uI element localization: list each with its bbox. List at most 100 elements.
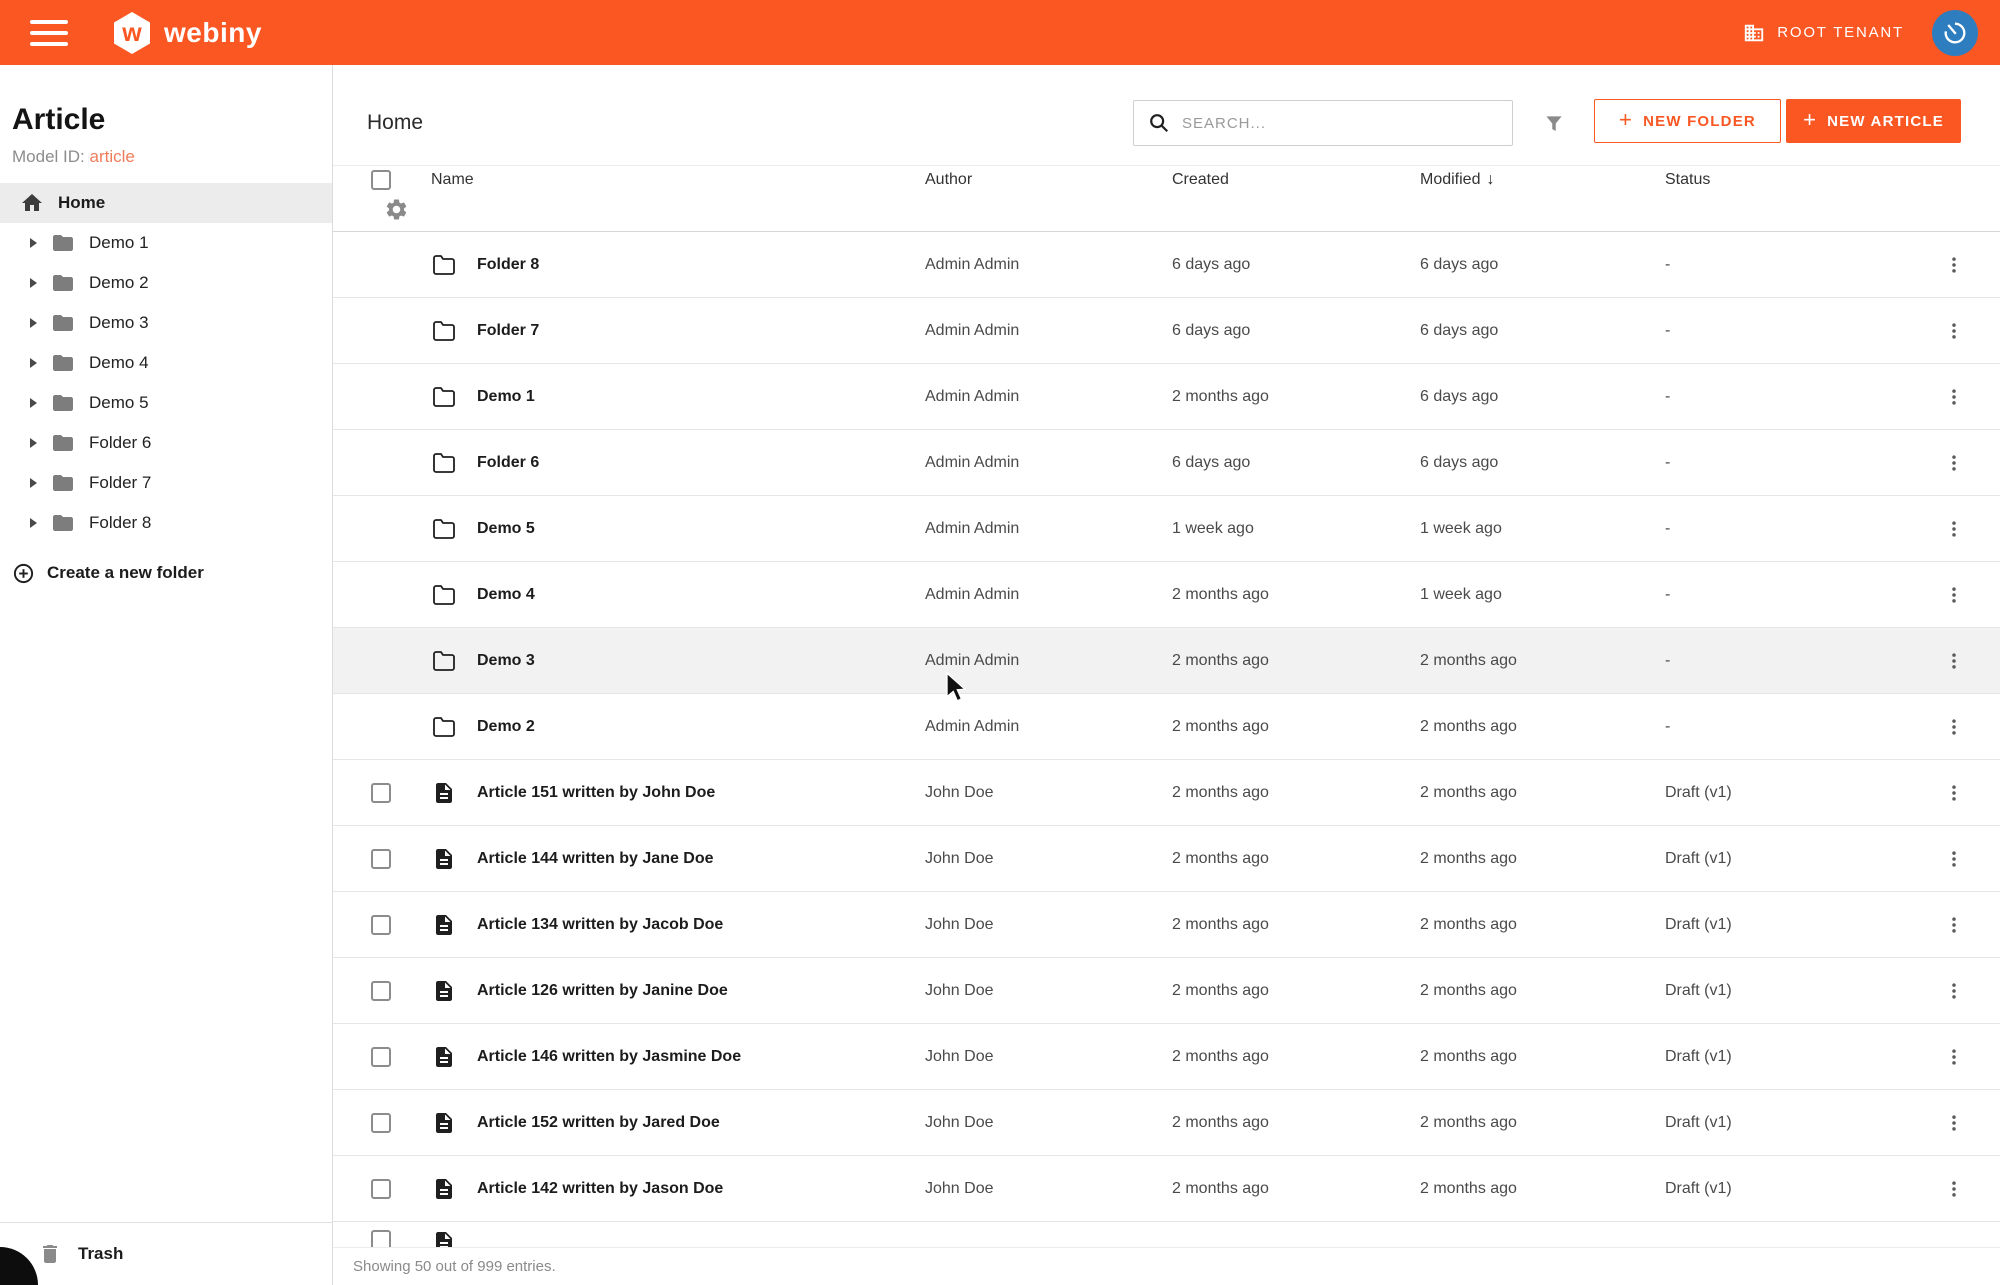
table-row-article[interactable]: Article 142 written by Jason Doe John Do… <box>333 1156 2000 1222</box>
row-author: John Doe <box>925 850 1172 868</box>
chevron-right-icon[interactable] <box>30 398 37 408</box>
table-row-article[interactable]: Article 146 written by Jasmine Doe John … <box>333 1024 2000 1090</box>
article-icon <box>432 979 456 1003</box>
row-actions-kebab-icon[interactable] <box>1944 1047 1976 1067</box>
table-row-article[interactable]: Article 134 written by Jacob Doe John Do… <box>333 892 2000 958</box>
circle-plus-icon <box>12 562 35 585</box>
row-actions-kebab-icon[interactable] <box>1944 585 1976 605</box>
table-row-article[interactable]: Article 151 written by John Doe John Doe… <box>333 760 2000 826</box>
row-name[interactable]: Article 144 written by Jane Doe <box>475 850 925 868</box>
row-actions-kebab-icon[interactable] <box>1944 717 1976 737</box>
chevron-right-icon[interactable] <box>30 318 37 328</box>
row-status: Draft (v1) <box>1665 850 1915 868</box>
column-header-created[interactable]: Created <box>1172 171 1420 189</box>
table-row-folder[interactable]: Folder 7 Admin Admin 6 days ago 6 days a… <box>333 298 2000 364</box>
select-all-checkbox[interactable] <box>371 170 391 190</box>
sidebar-folder-item[interactable]: Demo 4 <box>0 343 332 383</box>
sidebar-folder-item[interactable]: Demo 5 <box>0 383 332 423</box>
chevron-right-icon[interactable] <box>30 518 37 528</box>
row-actions-kebab-icon[interactable] <box>1944 255 1976 275</box>
sidebar-folder-item[interactable]: Folder 8 <box>0 503 332 543</box>
user-avatar[interactable] <box>1932 10 1978 56</box>
row-name[interactable]: Demo 4 <box>475 586 925 604</box>
row-actions-kebab-icon[interactable] <box>1944 783 1976 803</box>
row-checkbox[interactable] <box>371 1113 391 1133</box>
row-name[interactable]: Article 126 written by Janine Doe <box>475 982 925 1000</box>
column-header-status[interactable]: Status <box>1665 171 1915 189</box>
row-actions-kebab-icon[interactable] <box>1944 519 1976 539</box>
row-actions-kebab-icon[interactable] <box>1944 981 1976 1001</box>
sidebar-folder-item[interactable]: Demo 1 <box>0 223 332 263</box>
column-header-modified[interactable]: Modified↓ <box>1420 171 1665 189</box>
sidebar-item-home[interactable]: Home <box>0 183 332 223</box>
column-header-name[interactable]: Name <box>413 171 925 189</box>
chevron-right-icon[interactable] <box>30 438 37 448</box>
table-row-article[interactable]: Article 144 written by Jane Doe John Doe… <box>333 826 2000 892</box>
topbar-right: ROOT TENANT <box>1743 10 1978 56</box>
row-author: Admin Admin <box>925 586 1172 604</box>
chevron-right-icon[interactable] <box>30 478 37 488</box>
row-actions-kebab-icon[interactable] <box>1944 651 1976 671</box>
logo-letter: w <box>121 19 142 47</box>
trash-button[interactable]: Trash <box>0 1222 332 1285</box>
table-row-folder[interactable]: Folder 6 Admin Admin 6 days ago 6 days a… <box>333 430 2000 496</box>
row-name[interactable]: Article 152 written by Jared Doe <box>475 1114 925 1132</box>
filter-button[interactable] <box>1538 108 1570 140</box>
table-row-folder[interactable]: Folder 8 Admin Admin 6 days ago 6 days a… <box>333 232 2000 298</box>
row-checkbox[interactable] <box>371 1047 391 1067</box>
tenant-selector[interactable]: ROOT TENANT <box>1743 22 1904 44</box>
row-checkbox[interactable] <box>371 1179 391 1199</box>
table-row-article[interactable]: Article 152 written by Jared Doe John Do… <box>333 1090 2000 1156</box>
row-name[interactable]: Demo 2 <box>475 718 925 736</box>
row-checkbox[interactable] <box>371 849 391 869</box>
chevron-right-icon[interactable] <box>30 278 37 288</box>
model-id-value[interactable]: article <box>89 147 134 166</box>
sidebar-folder-item[interactable]: Folder 6 <box>0 423 332 463</box>
row-actions-kebab-icon[interactable] <box>1944 453 1976 473</box>
row-actions-kebab-icon[interactable] <box>1944 1113 1976 1133</box>
row-status: - <box>1665 388 1915 406</box>
search-input[interactable] <box>1182 115 1482 132</box>
sidebar-folder-item[interactable]: Folder 7 <box>0 463 332 503</box>
row-name[interactable]: Folder 8 <box>475 256 925 274</box>
create-folder-button[interactable]: Create a new folder <box>12 555 204 591</box>
trash-icon <box>38 1242 62 1266</box>
model-id-label: Model ID: <box>12 147 85 166</box>
table-settings-button[interactable] <box>384 197 413 227</box>
column-header-author[interactable]: Author <box>925 171 1172 189</box>
row-name[interactable]: Article 146 written by Jasmine Doe <box>475 1048 925 1066</box>
new-folder-button[interactable]: + NEW FOLDER <box>1594 99 1781 143</box>
sidebar-folder-item[interactable]: Demo 3 <box>0 303 332 343</box>
row-actions-kebab-icon[interactable] <box>1944 849 1976 869</box>
table-row-folder[interactable]: Demo 4 Admin Admin 2 months ago 1 week a… <box>333 562 2000 628</box>
table-row-folder[interactable]: Demo 3 Admin Admin 2 months ago 2 months… <box>333 628 2000 694</box>
row-name[interactable]: Demo 1 <box>475 388 925 406</box>
webiny-logo[interactable]: w webiny <box>112 11 262 55</box>
row-status: - <box>1665 652 1915 670</box>
row-modified: 6 days ago <box>1420 256 1665 274</box>
row-actions-kebab-icon[interactable] <box>1944 1179 1976 1199</box>
row-name[interactable]: Folder 7 <box>475 322 925 340</box>
table-row-folder[interactable]: Demo 1 Admin Admin 2 months ago 6 days a… <box>333 364 2000 430</box>
row-actions-kebab-icon[interactable] <box>1944 387 1976 407</box>
row-actions-kebab-icon[interactable] <box>1944 915 1976 935</box>
row-name[interactable]: Article 151 written by John Doe <box>475 784 925 802</box>
row-name[interactable]: Article 142 written by Jason Doe <box>475 1180 925 1198</box>
sidebar-folder-item[interactable]: Demo 2 <box>0 263 332 303</box>
row-checkbox[interactable] <box>371 915 391 935</box>
new-article-button[interactable]: + NEW ARTICLE <box>1786 99 1961 143</box>
row-name[interactable]: Folder 6 <box>475 454 925 472</box>
row-checkbox[interactable] <box>371 783 391 803</box>
row-checkbox[interactable] <box>371 981 391 1001</box>
table-row-folder[interactable]: Demo 5 Admin Admin 1 week ago 1 week ago… <box>333 496 2000 562</box>
table-row-folder[interactable]: Demo 2 Admin Admin 2 months ago 2 months… <box>333 694 2000 760</box>
hamburger-menu-icon[interactable] <box>30 20 68 46</box>
chevron-right-icon[interactable] <box>30 238 37 248</box>
row-status: - <box>1665 520 1915 538</box>
row-actions-kebab-icon[interactable] <box>1944 321 1976 341</box>
chevron-right-icon[interactable] <box>30 358 37 368</box>
table-row-article[interactable]: Article 126 written by Janine Doe John D… <box>333 958 2000 1024</box>
row-name[interactable]: Article 134 written by Jacob Doe <box>475 916 925 934</box>
row-name[interactable]: Demo 5 <box>475 520 925 538</box>
row-name[interactable]: Demo 3 <box>475 652 925 670</box>
